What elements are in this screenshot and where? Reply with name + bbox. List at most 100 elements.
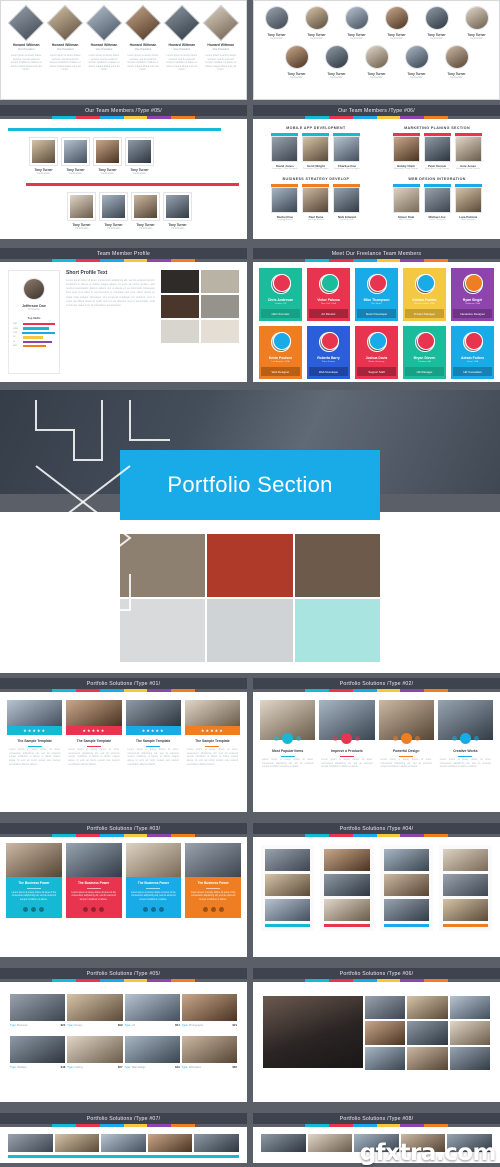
slide-portfolio-type05[interactable]: Portfolio Solutions /Type #05/ Type: Bus…: [0, 968, 247, 1106]
template-card[interactable]: ★★★★★ The Sample Template Lorem ipsum si a…: [66, 700, 122, 767]
social-icon[interactable]: [218, 906, 224, 912]
photo-thumb[interactable]: [364, 996, 406, 1020]
feature-card[interactable]: Improve a Products Lorem ipsum si amety d…: [319, 700, 375, 770]
thumb[interactable]: [101, 1134, 146, 1152]
photo-thumb[interactable]: [364, 1046, 406, 1070]
template-card[interactable]: ★★★★★ The Sample Template Lorem ipsum si a…: [7, 700, 63, 767]
social-icon[interactable]: [99, 906, 105, 912]
freelancer-card[interactable]: Joshua Davis Berlin, Germany Support Staff: [355, 326, 398, 379]
priced-item[interactable]: Type: Business $22: [10, 994, 66, 1027]
slide-portfolio-type01[interactable]: Portfolio Solutions /Type #01/ ★★★★★ The …: [0, 678, 247, 816]
freelancer-card[interactable]: Mike Thompson Rio, Brazil Senior Developer: [355, 268, 398, 321]
social-icon[interactable]: [142, 906, 148, 912]
diamond-member[interactable]: Howard Wittman Vice President Lorem ipsum …: [202, 4, 240, 72]
priced-item[interactable]: Type: Design $99: [67, 994, 123, 1027]
gallery-thumb[interactable]: [442, 849, 488, 871]
circle-member[interactable]: Tony Turner Co-Founder: [380, 6, 414, 40]
photo-thumb[interactable]: [364, 1021, 406, 1045]
photo-thumb[interactable]: [449, 1046, 490, 1070]
gallery-thumb[interactable]: [324, 849, 370, 871]
freelancer-card[interactable]: Chris Anderson London, UK CEO /Founder: [259, 268, 302, 321]
slide-team-diamond[interactable]: Howard Wittman Vice President Lorem ipsum …: [0, 0, 247, 100]
photo-thumb[interactable]: [407, 1021, 448, 1045]
slide-team-circles[interactable]: Tony Turner Co-Founder Tony Turner Co-Found…: [253, 0, 500, 100]
circle-member[interactable]: Tony Turner Co-Founder: [280, 45, 314, 79]
gallery-thumb[interactable]: [201, 270, 239, 293]
diamond-member[interactable]: Howard Wittman Vice President Lorem ipsum …: [85, 4, 123, 72]
template-card[interactable]: ★★★★★ The Sample Template Lorem ipsum si a…: [184, 700, 240, 767]
gallery-thumb[interactable]: [201, 295, 239, 318]
slide-portfolio-type02[interactable]: Portfolio Solutions /Type #02/ Most Popu…: [253, 678, 500, 816]
priced-item[interactable]: Type: Photography $21: [181, 994, 237, 1027]
thumb[interactable]: [8, 1134, 53, 1152]
member-card[interactable]: Tony Turner Co-Founder: [100, 193, 127, 230]
member-card[interactable]: Rachel Doe Strategy Analyst: [271, 184, 299, 222]
diamond-member[interactable]: Howard Wittman Vice President Lorem ipsum …: [163, 4, 201, 72]
photo-thumb[interactable]: [407, 996, 448, 1020]
freelancer-card[interactable]: Adrain Forbes Texas, USA HR Consultant: [451, 326, 494, 379]
member-card[interactable]: Simon Dale Web Designer: [392, 184, 420, 222]
priced-item[interactable]: Type: UX $54: [124, 994, 180, 1027]
gallery-thumb[interactable]: [383, 849, 429, 871]
thumb[interactable]: [307, 1134, 353, 1152]
social-icon[interactable]: [91, 906, 97, 912]
gallery-thumb[interactable]: [201, 320, 239, 343]
circle-member[interactable]: Tony Turner Co-Founder: [260, 6, 294, 40]
slide-member-profile[interactable]: Team Member Profile Jefferson Doe Art Di…: [0, 248, 247, 386]
circle-member[interactable]: Tony Turner Co-Founder: [400, 45, 434, 79]
gallery-thumb[interactable]: [265, 874, 311, 896]
member-card[interactable]: Charlise Doe Developer / Web Designer: [333, 133, 361, 171]
priced-item[interactable]: Type: Workplace $60: [181, 1036, 237, 1069]
power-card[interactable]: The Business Power Lorem ipsum si amety d…: [125, 843, 182, 918]
member-card[interactable]: Tony Turner Co-Founder: [68, 193, 95, 230]
photo-thumb[interactable]: [449, 1021, 490, 1045]
power-card[interactable]: The Business Power Lorem ipsum si amety d…: [65, 843, 122, 918]
circle-member[interactable]: Tony Turner Co-Founder: [300, 6, 334, 40]
freelancer-card[interactable]: Ryan Singel California, USA Interactive De…: [451, 268, 494, 321]
freelancer-card[interactable]: Roberta Barry Paris, France Web Developer: [307, 326, 350, 379]
gallery-thumb[interactable]: [383, 899, 429, 921]
priced-item[interactable]: Type: Coding $27: [67, 1036, 123, 1069]
member-card[interactable]: Peter Dennis Marketing / Lead Planner: [423, 133, 451, 171]
slide-portfolio-type07[interactable]: Portfolio Solutions /Type #07/: [0, 1113, 247, 1167]
freelancer-card[interactable]: Kristen Pontier Massachusetts, USA Product…: [403, 268, 446, 321]
diamond-member[interactable]: Howard Wittman Vice President Lorem ipsum …: [7, 4, 45, 72]
member-card[interactable]: Tony Turner Co-Founder: [62, 138, 89, 175]
member-card[interactable]: Nick Edward Strategy Staff: [333, 184, 361, 222]
feature-card[interactable]: Powerful Design Lorem ipsum si amety dolo…: [378, 700, 434, 770]
photo-thumb[interactable]: [449, 996, 490, 1020]
gallery-thumb[interactable]: [161, 270, 199, 293]
member-card[interactable]: Bobby Clark Marketing / Lead Planner: [392, 133, 420, 171]
slide-portfolio-type04[interactable]: Portfolio Solutions /Type #04/: [253, 823, 500, 961]
slide-team-type05[interactable]: Our Team Members /Type #05/ Tony Turner C…: [0, 105, 247, 243]
gallery-thumb[interactable]: [324, 874, 370, 896]
freelancer-card[interactable]: Victor Paloma New York, USA Art Director: [307, 268, 350, 321]
circle-member[interactable]: Tony Turner Co-Founder: [360, 45, 394, 79]
circle-member[interactable]: Tony Turner Co-Founder: [460, 6, 494, 40]
circle-member[interactable]: Tony Turner Co-Founder: [320, 45, 354, 79]
member-card[interactable]: Michael Joe UI/UX Designer: [423, 184, 451, 222]
member-card[interactable]: Scott Wright Developer / Web Designer: [302, 133, 330, 171]
priced-item[interactable]: Type: Web Design $49: [124, 1036, 180, 1069]
social-icon[interactable]: [150, 906, 156, 912]
feature-card[interactable]: Creative Works Lorem ipsum si amety dolor…: [437, 700, 493, 770]
freelancer-card[interactable]: Bryan Steven Canberra, AU HR Manager: [403, 326, 446, 379]
thumb[interactable]: [194, 1134, 239, 1152]
diamond-member[interactable]: Howard Wittman Vice President Lorem ipsum …: [46, 4, 84, 72]
member-card[interactable]: Tony Turner Co-Founder: [132, 193, 159, 230]
gallery-thumb[interactable]: [324, 899, 370, 921]
member-card[interactable]: David Jones Developer / Web Designer: [271, 133, 299, 171]
social-icon[interactable]: [210, 906, 216, 912]
priced-item[interactable]: Type: Website $48: [10, 1036, 66, 1069]
member-card[interactable]: Tony Turner Co-Founder: [94, 138, 121, 175]
slide-portfolio-type03[interactable]: Portfolio Solutions /Type #03/ The Busin…: [0, 823, 247, 961]
member-card[interactable]: Tony Turner Co-Founder: [126, 138, 153, 175]
slide-team-type06[interactable]: Our Team Members /Type #06/ MOBILE APP D…: [253, 105, 500, 243]
photo-thumb[interactable]: [407, 1046, 448, 1070]
portfolio-thumb[interactable]: [120, 534, 206, 597]
social-icon[interactable]: [202, 906, 208, 912]
gallery-thumb[interactable]: [442, 899, 488, 921]
circle-member[interactable]: Tony Turner Co-Founder: [420, 6, 454, 40]
gallery-thumb[interactable]: [442, 874, 488, 896]
circle-member[interactable]: Tony Turner Co-Founder: [340, 6, 374, 40]
